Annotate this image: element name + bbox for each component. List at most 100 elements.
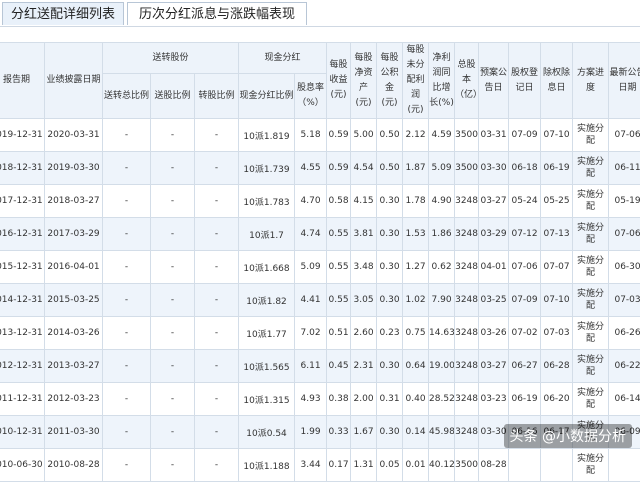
cell-ex: 06-20 [540,382,574,416]
header-cash-dividend-group: 现金分红 [238,41,328,75]
cell-total: - [102,217,151,251]
cell-record: 07-12 [508,217,542,251]
header-bonus-total[interactable]: 送转总比例 [102,73,151,119]
header-nav[interactable]: 每股净资产(元) [350,42,378,119]
cell-latest: 06-14 [608,382,640,416]
header-cash-ratio[interactable]: 现金分红比例 [238,73,296,119]
header-total-shares[interactable]: 总股本（亿） [454,42,480,119]
tab-dividend-detail-list[interactable]: 分红送配详细列表 [2,2,124,25]
table-row[interactable]: 2012-12-312013-03-27---10派1.5656.110.452… [0,349,640,383]
header-transfer-ratio[interactable]: 转股比例 [193,73,240,119]
header-reserve[interactable]: 每股公积金(元) [376,42,404,119]
cell-plan: 08-28 [478,448,510,482]
cell-latest: 07-06 [608,118,640,152]
cell-eps: 0.55 [326,250,352,284]
header-bonus-ratio[interactable]: 送股比例 [150,73,195,119]
cell-bonus: - [150,316,195,350]
cell-reserve: 0.30 [376,250,404,284]
cell-nav: 3.05 [350,283,378,317]
table-row[interactable]: 2015-12-312016-04-01---10派1.6685.090.553… [0,250,640,284]
cell-period: 2014-12-31 [0,283,45,317]
cell-eps: 0.55 [326,283,352,317]
cell-yield: 5.18 [294,118,328,152]
cell-growth: 19.00 [428,349,456,383]
cell-progress: 实施分配 [572,283,610,317]
cell-nav: 4.54 [350,151,378,185]
cell-nav: 3.81 [350,217,378,251]
cell-yield: 1.99 [294,415,328,449]
header-undistributed[interactable]: 每股未分配利润(元) [402,42,430,119]
header-yield[interactable]: 股息率（%） [294,73,328,119]
cell-nav: 2.00 [350,382,378,416]
header-report-period[interactable]: 报告期 [0,42,45,119]
cell-yield: 4.41 [294,283,328,317]
cell-reserve: 0.05 [376,448,404,482]
cell-undist: 1.27 [402,250,430,284]
cell-eps: 0.59 [326,151,352,185]
cell-disclosed: 2013-03-27 [44,349,103,383]
cell-period: 2013-12-31 [0,316,45,350]
header-record-date[interactable]: 股权登记日 [508,42,542,119]
cell-latest: 07-06 [608,217,640,251]
cell-undist: 1.53 [402,217,430,251]
cell-ex: 06-28 [540,349,574,383]
cell-shares: 3248 [454,382,480,416]
cell-progress: 实施分配 [572,118,610,152]
cell-bonus: - [150,382,195,416]
table-row[interactable]: 2017-12-312018-03-27---10派1.7834.700.584… [0,184,640,218]
tab-dividend-history-performance[interactable]: 历次分红派息与涨跌幅表现 [127,2,307,25]
cell-shares: 3248 [454,217,480,251]
cell-cash: 10派1.783 [238,184,296,218]
cell-cash: 10派1.739 [238,151,296,185]
cell-transfer: - [193,283,240,317]
cell-plan: 03-25 [478,283,510,317]
cell-record: 06-27 [508,349,542,383]
header-profit-growth[interactable]: 净利润同比增长(%) [428,42,456,119]
cell-eps: 0.58 [326,184,352,218]
cell-progress: 实施分配 [572,448,610,482]
cell-total: - [102,184,151,218]
cell-shares: 3248 [454,283,480,317]
table-header: 报告期 业绩披露日期 送转股份 现金分红 每股收益(元) 每股净资产(元) 每股… [0,41,640,119]
cell-cash: 10派1.77 [238,316,296,350]
cell-transfer: - [193,250,240,284]
cell-progress: 实施分配 [572,151,610,185]
cell-bonus: - [150,283,195,317]
cell-transfer: - [193,151,240,185]
cell-undist: 0.64 [402,349,430,383]
watermark: 头条 @小数据分析 [503,424,632,448]
table-row[interactable]: 2013-12-312014-03-26---10派1.777.020.512.… [0,316,640,350]
table-row[interactable]: 2016-12-312017-03-29---10派1.74.740.553.8… [0,217,640,251]
cell-growth: 40.12 [428,448,456,482]
table-row[interactable]: 2014-12-312015-03-25---10派1.824.410.553.… [0,283,640,317]
table-row[interactable]: 2018-12-312019-03-30---10派1.7394.550.594… [0,151,640,185]
cell-growth: 5.09 [428,151,456,185]
cell-total: - [102,151,151,185]
header-eps[interactable]: 每股收益(元) [326,42,352,119]
header-plan-date[interactable]: 预案公告日 [478,42,510,119]
cell-disclosed: 2016-04-01 [44,250,103,284]
cell-bonus: - [150,217,195,251]
cell-eps: 0.33 [326,415,352,449]
cell-total: - [102,118,151,152]
table-row[interactable]: 2019-12-312020-03-31---10派1.8195.180.595… [0,118,640,152]
cell-period: 2019-12-31 [0,118,45,152]
cell-yield: 7.02 [294,316,328,350]
cell-eps: 0.51 [326,316,352,350]
cell-yield: 5.09 [294,250,328,284]
cell-nav: 4.15 [350,184,378,218]
cell-record: 07-09 [508,283,542,317]
header-latest-date[interactable]: 最新公告日期 [608,42,640,119]
header-progress[interactable]: 方案进度 [572,42,610,119]
cell-transfer: - [193,316,240,350]
cell-bonus: - [150,118,195,152]
table-row[interactable]: 2011-12-312012-03-23---10派1.3154.930.382… [0,382,640,416]
cell-latest: 05-19 [608,184,640,218]
table-row[interactable]: 2010-06-302010-08-28---10派1.1883.440.171… [0,448,640,482]
cell-reserve: 0.50 [376,151,404,185]
cell-yield: 4.70 [294,184,328,218]
header-ex-date[interactable]: 除权除息日 [540,42,574,119]
cell-reserve: 0.30 [376,217,404,251]
header-disclosure-date[interactable]: 业绩披露日期 [44,42,103,119]
cell-ex [540,448,574,482]
